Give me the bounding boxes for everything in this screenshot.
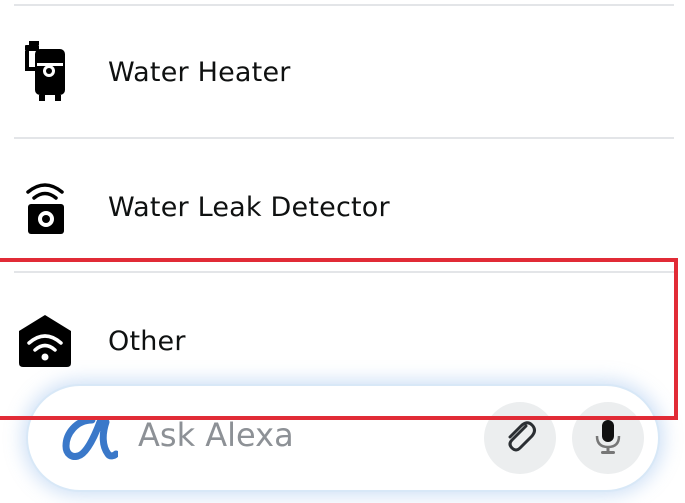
attach-button[interactable] [484, 402, 556, 474]
water-leak-detector-icon [17, 174, 73, 240]
divider [14, 137, 674, 139]
water-heater-icon [17, 39, 73, 105]
alexa-logo-icon [62, 416, 120, 460]
list-item-water-leak-detector[interactable]: Water Leak Detector [0, 141, 685, 273]
item-label: Water Leak Detector [108, 191, 390, 223]
ask-alexa-input[interactable]: Ask Alexa [138, 416, 294, 454]
divider [14, 271, 674, 273]
smart-home-wifi-icon [17, 308, 73, 374]
item-label: Other [108, 325, 186, 357]
list-item-water-heater[interactable]: Water Heater [0, 6, 685, 138]
paperclip-icon [500, 416, 540, 460]
voice-button[interactable] [572, 402, 644, 474]
item-label: Water Heater [108, 56, 291, 88]
device-type-screen: Water Heater Water Leak Detector Other A… [0, 0, 685, 503]
ask-alexa-bar[interactable]: Ask Alexa [28, 386, 658, 490]
microphone-icon [588, 416, 628, 460]
